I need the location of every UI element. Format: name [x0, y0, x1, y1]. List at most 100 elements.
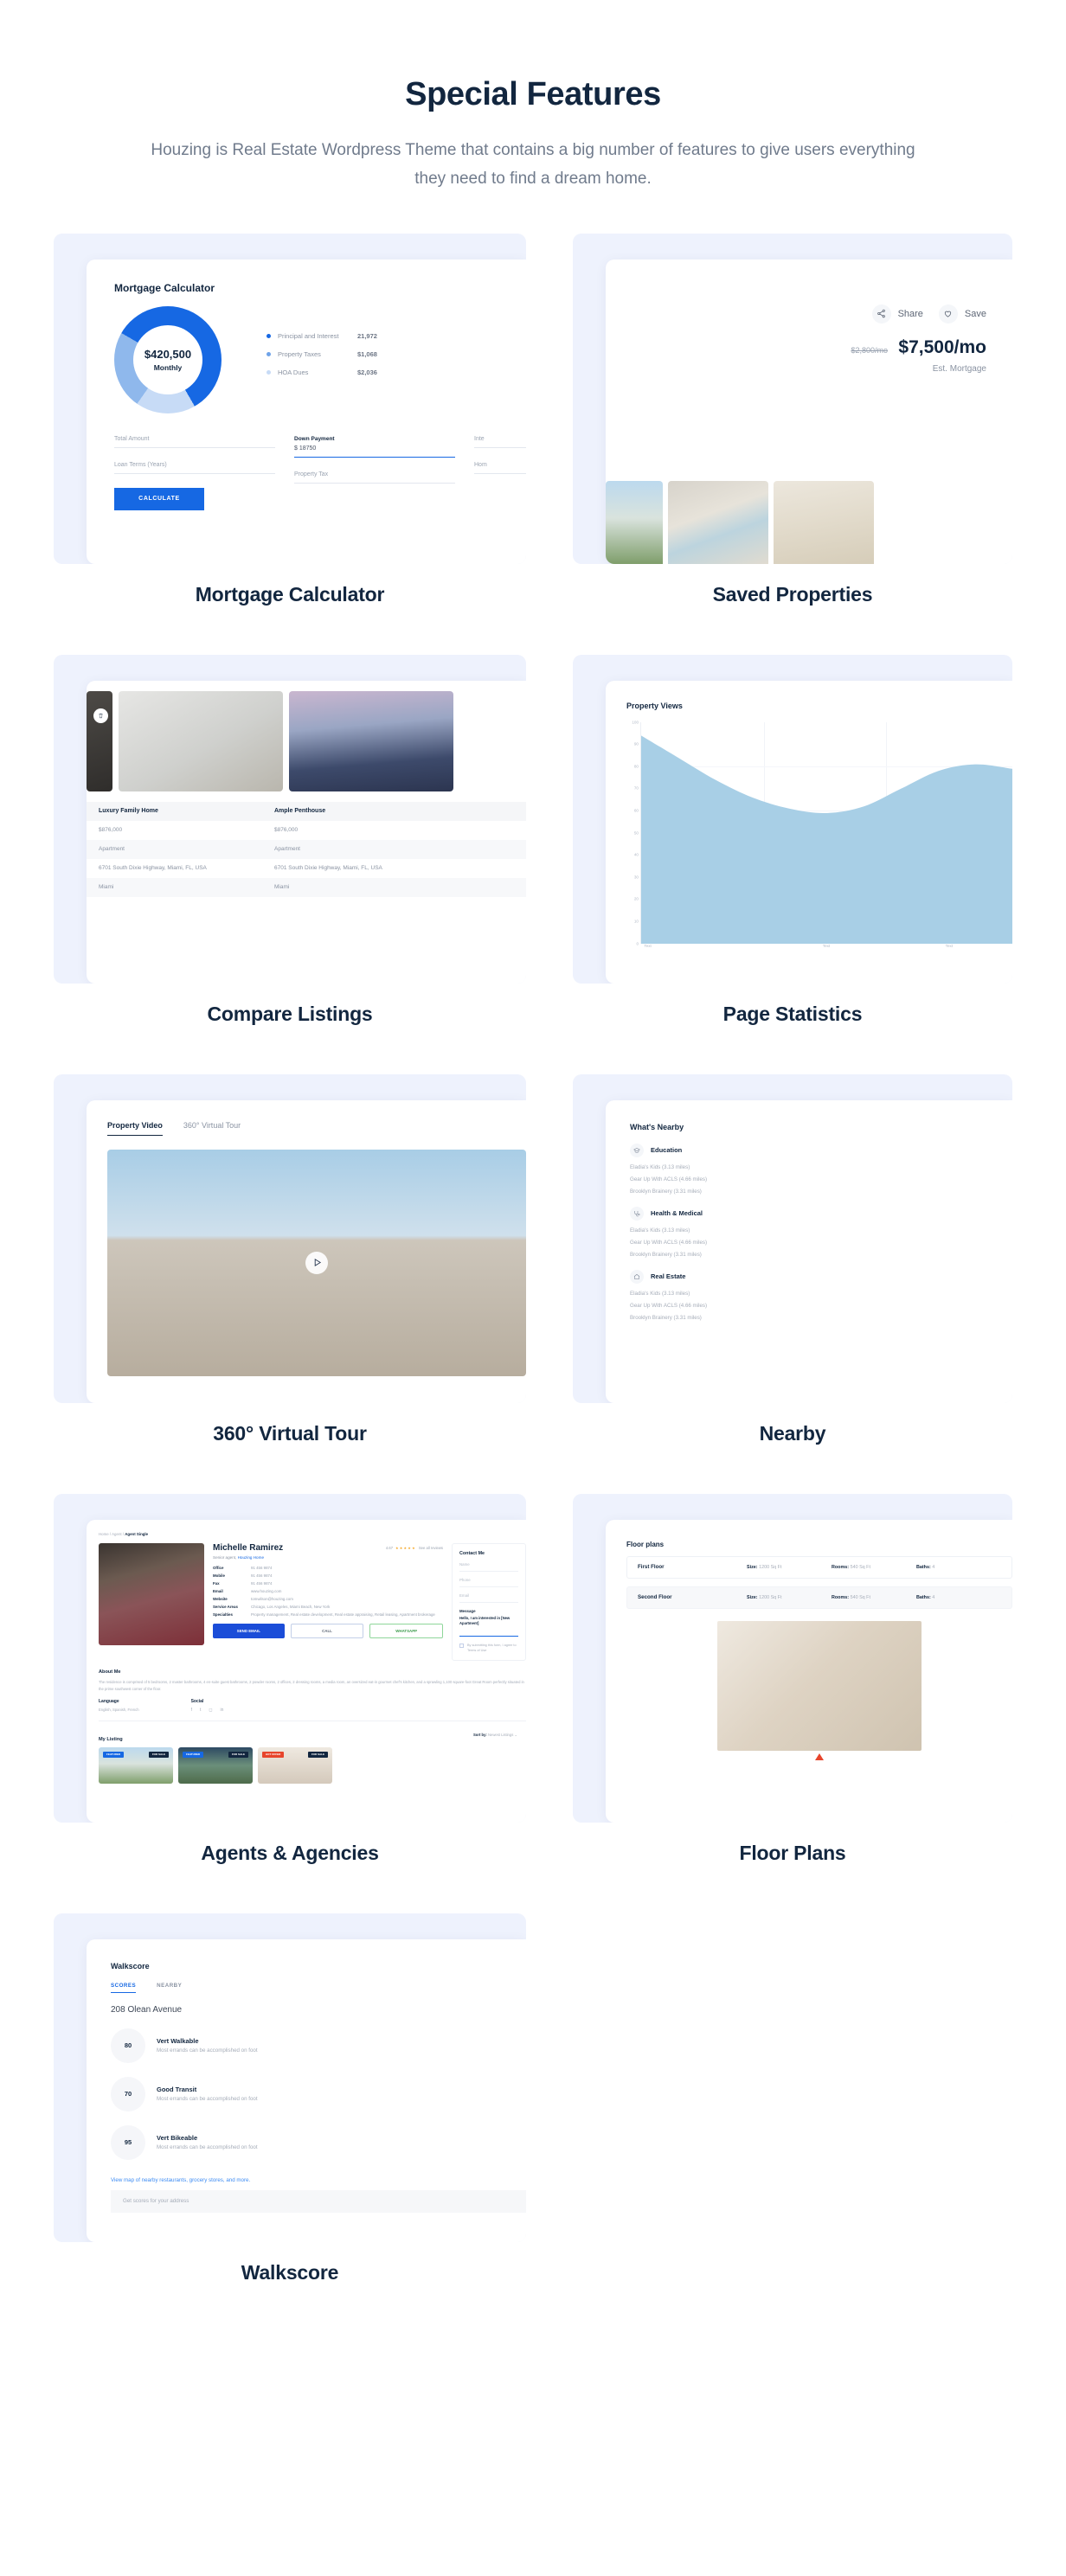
consent-checkbox[interactable] [459, 1644, 464, 1649]
nearby-item: Brooklyn Brainery (3.31 miles) [630, 1314, 702, 1321]
floor-plan-row[interactable]: First Floor Size: 1200 Sq Ft Rooms: 540 … [626, 1555, 1012, 1579]
compare-image[interactable] [87, 690, 112, 791]
chart-title: Property Views [626, 701, 683, 710]
feature-nearby: What's Nearby Education Eladia's Kids (3… [573, 1073, 1012, 1445]
caption-compare: Compare Listings [207, 1002, 373, 1025]
listing-badge-featured: FEATURED [103, 1751, 125, 1758]
nearby-panel: What's Nearby Education Eladia's Kids (3… [573, 1073, 1012, 1403]
tour-card: Property Video 360° Virtual Tour [87, 1099, 526, 1403]
x-axis-tick: Text [644, 943, 652, 948]
table-cell: 6701 South Dixie Highway, Miami, FL, USA [99, 865, 207, 871]
floor-marker-icon [815, 1753, 824, 1760]
save-label: Save [964, 308, 986, 319]
save-button[interactable]: Save [938, 304, 986, 324]
property-thumbnail[interactable] [774, 480, 874, 564]
compare-image[interactable] [119, 690, 283, 791]
score-desc: Most errands can be accomplished on foot [157, 2096, 258, 2102]
contact-phone-input[interactable]: Phone [459, 1578, 518, 1587]
home-insurance-field[interactable]: Hom [474, 462, 526, 474]
whatsapp-button[interactable]: WHATSAPP [369, 1623, 444, 1638]
total-amount-field[interactable]: Total Amount [114, 436, 275, 448]
see-all-reviews-link[interactable]: See all reviews [419, 1546, 443, 1550]
score-badge: 95 [111, 2124, 145, 2160]
language-label: Language [99, 1698, 119, 1704]
play-icon[interactable] [305, 1251, 328, 1274]
tab-nearby[interactable]: NEARBY [157, 1983, 182, 1993]
breadcrumb-prefix: Home / Agent / [99, 1531, 125, 1536]
feature-walkscore: Walkscore SCORES NEARBY 208 Olean Avenue… [54, 1913, 526, 2284]
legend-label: Property Taxes [278, 349, 321, 358]
share-button[interactable]: Share [871, 304, 923, 324]
contact-message-input[interactable]: Hello, I am interested in [New Apartment… [459, 1616, 518, 1627]
walkscore-map-link[interactable]: View map of nearby restaurants, grocery … [111, 2177, 526, 2183]
linkedin-icon[interactable]: in [221, 1708, 224, 1713]
listing-card[interactable]: FEATURED FOR SALE [178, 1746, 253, 1784]
listing-card[interactable]: HOT OFFER FOR SALE [258, 1746, 332, 1784]
y-axis-tick: 20 [633, 896, 639, 901]
walkscore-address-input[interactable]: Get scores for your address [111, 2189, 526, 2213]
call-button[interactable]: CALL [290, 1623, 364, 1638]
y-axis-tick: 70 [633, 785, 639, 791]
breadcrumb-current: Agent Single [125, 1531, 149, 1536]
floor-rooms: Rooms: 540 Sq Ft [832, 1564, 870, 1570]
loan-terms-input[interactable]: Loan Terms (Years) [114, 462, 275, 474]
agent-company-link[interactable]: Houzing Home [238, 1555, 264, 1560]
y-axis-tick: 80 [633, 764, 639, 769]
instagram-icon[interactable]: ◻ [209, 1708, 212, 1713]
table-row: Luxury Family Home Ample Penthouse [87, 801, 526, 821]
tab-property-video[interactable]: Property Video [107, 1121, 163, 1136]
floor-plan-image [717, 1620, 922, 1760]
loan-terms-field[interactable]: Loan Terms (Years) [114, 462, 275, 474]
sort-value[interactable]: Newest Listings [488, 1733, 513, 1737]
interest-input[interactable]: Inte [474, 436, 526, 448]
nearby-item: Brooklyn Brainery (3.31 miles) [630, 1188, 702, 1195]
tab-scores[interactable]: SCORES [111, 1983, 137, 1993]
down-payment-field[interactable]: Down Payment $ 18750 [294, 436, 455, 458]
stats-card: Property Views 0 10 20 30 40 50 60 70 80 90 100 Te… [606, 680, 1012, 984]
table-header-cell: Ample Penthouse [274, 808, 326, 814]
total-amount-input[interactable]: Total Amount [114, 436, 275, 448]
calculate-button[interactable]: CALCULATE [114, 487, 204, 510]
x-axis-tick: Text [945, 943, 954, 948]
agent-detail-row: Email www.houzing.com [213, 1588, 282, 1593]
caption-floor: Floor Plans [739, 1841, 846, 1864]
send-email-button[interactable]: SEND EMAIL [213, 1623, 285, 1638]
tab-360-virtual-tour[interactable]: 360° Virtual Tour [183, 1121, 241, 1136]
property-tax-field[interactable]: Property Tax [294, 471, 455, 484]
x-axis-labels: Text Text Text [640, 944, 1012, 952]
my-listing-title: My Listing [99, 1736, 123, 1742]
compare-image[interactable] [289, 690, 453, 791]
nearby-item: Eladia's Kids (3.13 miles) [630, 1227, 690, 1234]
floor-plan-row[interactable]: Second Floor Size: 1200 Sq Ft Rooms: 540… [626, 1586, 1012, 1609]
agents-card: Home / Agent / Agent Single Michelle Ram… [87, 1519, 526, 1823]
mortgage-panel: Mortgage Calculator $420,500 Monthly Pri… [54, 233, 526, 564]
contact-name-input[interactable]: Name [459, 1562, 518, 1572]
score-badge: 80 [111, 2028, 145, 2063]
property-thumbnail[interactable] [606, 480, 663, 564]
facebook-icon[interactable]: f [191, 1708, 192, 1713]
feature-agents-agencies: Home / Agent / Agent Single Michelle Ram… [54, 1493, 526, 1865]
y-axis: 0 10 20 30 40 50 60 70 80 90 100 [626, 720, 640, 945]
listing-card[interactable]: FEATURED FOR SALE [99, 1746, 173, 1784]
home-insurance-input[interactable]: Hom [474, 462, 526, 474]
saved-panel: Share Save $2,800/mo $7,500/mo Est. Mort… [573, 233, 1012, 564]
agent-detail-row: Specialties Property management, Real est… [213, 1612, 435, 1617]
twitter-icon[interactable]: t [200, 1708, 201, 1713]
interest-field[interactable]: Inte [474, 436, 526, 448]
listing-badge-status: FOR SALE [307, 1751, 328, 1758]
tour-video-preview[interactable] [107, 1149, 526, 1376]
feature-page-statistics: Property Views 0 10 20 30 40 50 60 70 80 90 100 Te… [573, 654, 1012, 1026]
property-thumbnail[interactable] [668, 480, 768, 564]
caption-walkscore: Walkscore [241, 2260, 339, 2284]
walkscore-card: Walkscore SCORES NEARBY 208 Olean Avenue… [87, 1938, 526, 2242]
contact-email-input[interactable]: Email [459, 1593, 518, 1603]
legend-dot-icon [266, 333, 271, 338]
chevron-down-icon[interactable]: ⌄ [514, 1733, 517, 1737]
nearby-category-label: Education [651, 1146, 683, 1154]
walkscore-address: 208 Olean Avenue [111, 2004, 183, 2015]
property-tax-input[interactable]: Property Tax [294, 471, 455, 484]
trash-icon[interactable] [93, 708, 108, 723]
graduation-cap-icon [630, 1143, 644, 1157]
walkscore-row: 80 Vert Walkable Most errands can be acc… [111, 2028, 526, 2063]
down-payment-input[interactable]: $ 18750 [294, 445, 455, 458]
